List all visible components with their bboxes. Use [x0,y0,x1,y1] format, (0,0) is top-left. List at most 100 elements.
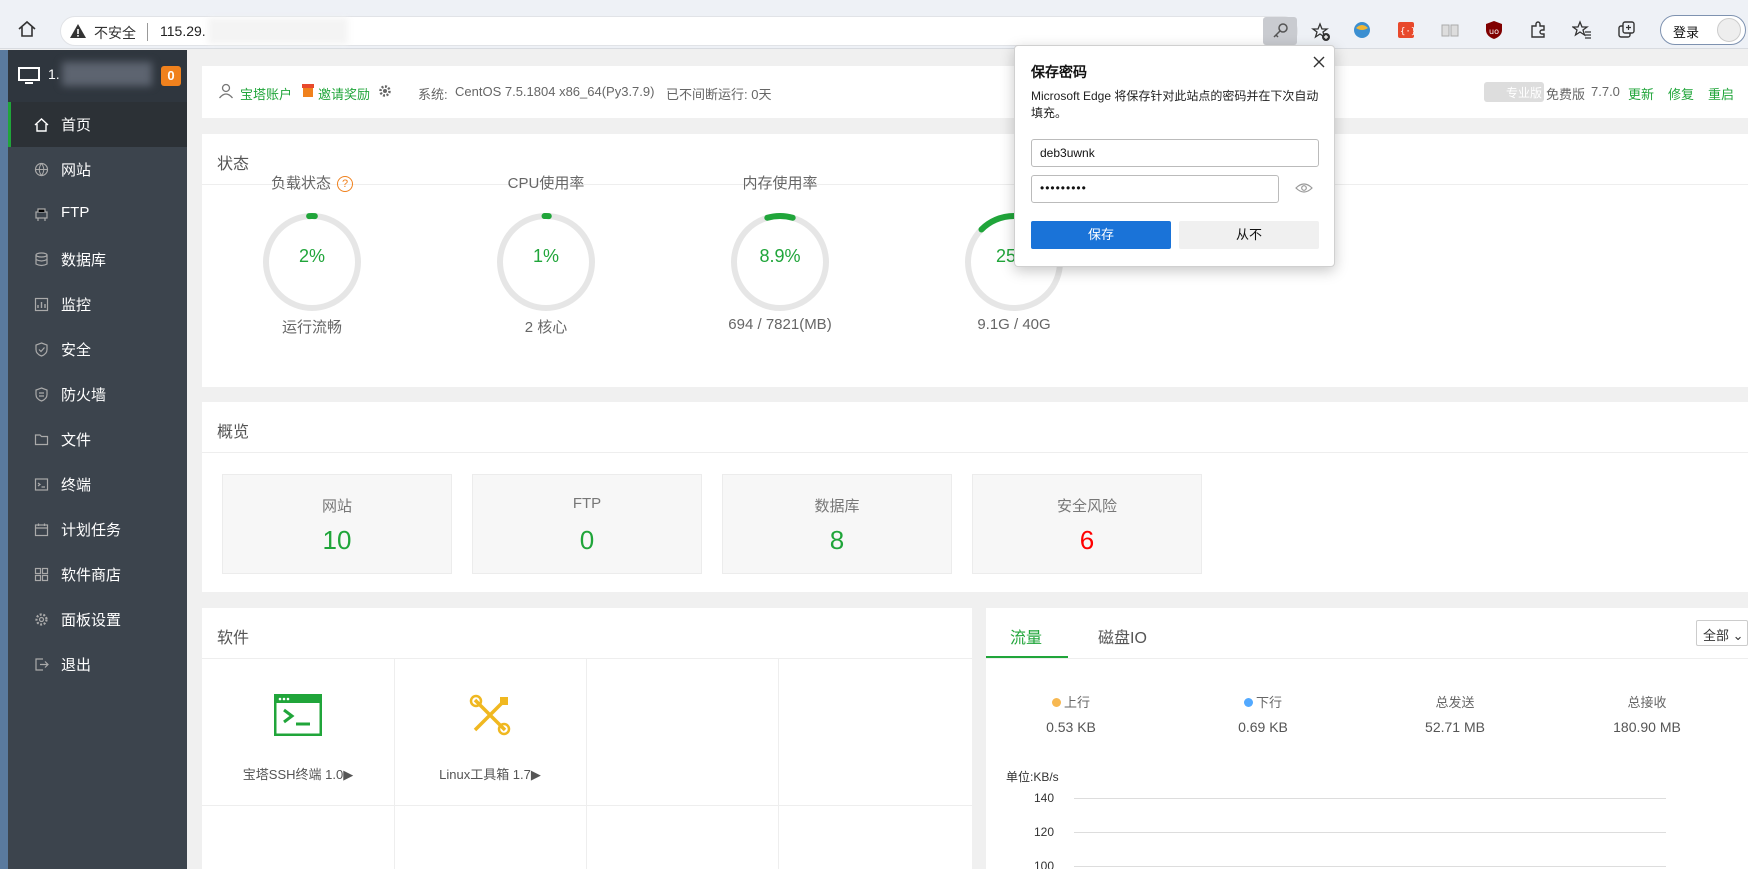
gauge-sub: 9.1G / 40G [977,316,1051,333]
stat-label: 总接收 [1627,695,1667,710]
update-link[interactable]: 更新 [1628,84,1654,103]
overview-label: 安全风险 [1056,498,1117,515]
key-icon[interactable] [1263,17,1297,45]
gear-icon [379,85,391,97]
interface-select[interactable]: 全部 ⌄ [1696,620,1748,646]
sidebar-item[interactable]: 安全 [8,327,187,372]
repair-link[interactable]: 修复 [1668,84,1694,103]
account-link[interactable]: 宝塔账户 [240,84,292,103]
gauge-sub: 运行流畅 [281,319,342,336]
pro-badge[interactable]: 专业版 [1484,82,1544,102]
sidebar-item[interactable]: 计划任务 [8,507,187,552]
warning-icon[interactable] [69,22,87,40]
sidebar-item[interactable]: 面板设置 [8,597,187,642]
globe-icon [34,162,49,177]
dialog-title: 保存密码 [1031,64,1087,80]
server-icon [18,67,40,84]
traffic-panel: 流量 磁盘IO 全部 ⌄ 上行 0.53 KB 下行 0.69 KB 总发送 52.71 … [986,608,1748,869]
system-value: CentOS 7.5.1804 x86_64(Py3.7.9) [455,84,655,99]
overview-count[interactable]: 10 [223,525,451,556]
collections-icon[interactable] [1616,20,1636,40]
gridline [1074,866,1666,867]
sidebar-item[interactable]: 监控 [8,282,187,327]
notification-badge[interactable]: 0 [161,66,181,86]
software-label[interactable]: Linux工具箱 1.7▶ [394,764,586,783]
chart-unit: 单位:KB/s [1006,770,1059,784]
software-title: 软件 [217,630,250,647]
username-field[interactable]: deb3uwnk [1031,139,1319,167]
logout-icon [35,658,49,671]
overview-title: 概览 [217,424,250,441]
overview-box[interactable]: 网站 10 [222,474,452,574]
extension-json-icon[interactable]: {·} [1396,20,1416,40]
folder-icon [34,434,49,446]
stat-label: 上行 [996,692,1146,711]
favorites-icon[interactable] [1572,20,1592,40]
overview-box[interactable]: 安全风险 6 [972,474,1202,574]
overview-box[interactable]: FTP 0 [472,474,702,574]
extension-bird-icon[interactable] [1352,20,1372,40]
sidebar-item-label: 防火墙 [61,387,107,404]
grid-line [202,805,972,806]
sidebar-item[interactable]: 文件 [8,417,187,462]
tab-traffic[interactable]: 流量 [1010,624,1042,648]
status-title: 状态 [217,156,250,173]
overview-count[interactable]: 8 [723,525,951,556]
user-icon [218,83,234,99]
overview-count[interactable]: 6 [973,525,1201,556]
extension-reader-icon[interactable] [1440,20,1460,40]
y-tick: 140 [1034,791,1055,805]
never-button[interactable]: 从不 [1179,221,1319,249]
restart-link[interactable]: 重启 [1708,84,1734,103]
sidebar-item[interactable]: 终端 [8,462,187,507]
address-bar[interactable]: 不安全 115.29. [60,16,1330,46]
chevron-down-icon: ⌄ [1732,628,1744,643]
extensions-puzzle-icon[interactable] [1528,20,1548,40]
divider [202,184,1748,185]
ftp-icon [35,208,48,221]
overview-box[interactable]: 数据库 8 [722,474,952,574]
close-icon[interactable] [1311,54,1327,70]
overview-label: 数据库 [814,498,860,515]
profile-login-button[interactable]: 登录 [1660,15,1746,45]
software-panel: 软件 宝塔SSH终端 1.0▶ Linux工具箱 1.7▶ [202,608,972,869]
password-field[interactable]: ••••••••• [1031,175,1279,203]
legend-dot [1243,698,1253,707]
software-label[interactable]: 宝塔SSH终端 1.0▶ [202,764,394,783]
sidebar-item-label: 安全 [61,342,92,359]
sidebar-item[interactable]: 退出 [8,642,187,687]
shield-icon [35,342,48,357]
software-item-toolbox[interactable]: Linux工具箱 1.7▶ [394,694,586,782]
home-icon [34,118,49,132]
home-icon[interactable] [16,18,38,40]
stat-value: 0.53 KB [1046,719,1096,735]
terminal-app-icon [273,693,323,737]
sidebar-item[interactable]: 防火墙 [8,372,187,417]
sidebar-item[interactable]: 网站 [8,147,187,192]
sidebar-item[interactable]: 首页 [8,102,187,147]
sidebar-item-label: 数据库 [61,252,107,269]
sidebar-item-label: 文件 [61,432,92,449]
gift-icon [302,84,314,97]
firewall-icon [35,387,48,402]
ublock-icon[interactable]: uo [1484,20,1504,40]
favorite-add-icon[interactable] [1311,22,1331,42]
redacted-url [208,18,348,44]
invite-link[interactable]: 邀请奖励 [318,84,370,103]
legend-dot [1051,698,1061,707]
help-icon[interactable]: ? [337,176,353,192]
sidebar: 1. 0 首页 网站 FTP 数据库 监控 安全 防火墙 文件 终端 计划任务 软件商店 面板设置 退出 [0,50,187,869]
software-item-ssh[interactable]: 宝塔SSH终端 1.0▶ [202,693,394,782]
sidebar-item[interactable]: FTP [8,192,187,237]
sidebar-item[interactable]: 软件商店 [8,552,187,597]
save-button[interactable]: 保存 [1031,221,1171,249]
tab-disk-io[interactable]: 磁盘IO [1098,624,1147,648]
sidebar-item[interactable]: 数据库 [8,237,187,282]
gauge-title: 负载状态? [218,172,406,193]
overview-count[interactable]: 0 [473,525,701,556]
url-text[interactable]: 115.29. [160,23,206,39]
save-password-dialog: 保存密码 Microsoft Edge 将保存针对此站点的密码并在下次自动填充。… [1014,45,1335,267]
login-label: 登录 [1673,25,1700,40]
stat-value: 0.69 KB [1238,719,1288,735]
eye-icon[interactable] [1295,181,1313,195]
